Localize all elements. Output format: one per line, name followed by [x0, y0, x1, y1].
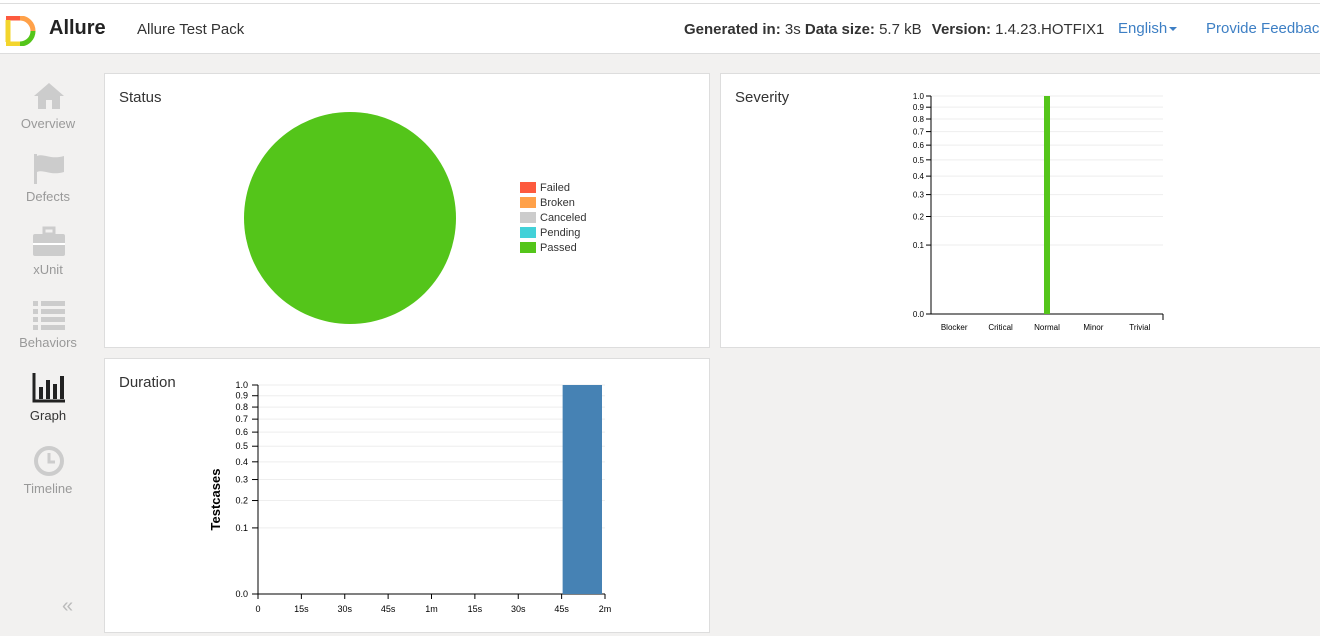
app-header: Allure Allure Test Pack Generated in: 3s… — [0, 4, 1320, 54]
sidebar-item-graph[interactable]: Graph — [0, 367, 96, 437]
y-tick-label: 0.2 — [235, 496, 248, 506]
x-tick-label: 45s — [554, 604, 569, 614]
sidebar-item-label: Behaviors — [19, 335, 77, 350]
list-icon — [33, 301, 65, 330]
legend-item-passed: Passed — [520, 240, 586, 255]
clock-icon — [34, 446, 64, 476]
flag-icon — [34, 154, 64, 184]
status-panel: Status Failed Broken Canceled Pending Pa… — [104, 73, 710, 348]
brand-name: Allure — [49, 17, 106, 39]
y-tick-label: 0.8 — [235, 402, 248, 412]
x-tick-label: 30s — [337, 604, 352, 614]
generated-value: 3s — [784, 21, 801, 38]
y-tick-label: 0.9 — [913, 103, 925, 112]
y-tick-label: 0.7 — [913, 128, 925, 137]
y-tick-label: 0.5 — [913, 156, 925, 165]
language-dropdown[interactable]: English — [1118, 20, 1178, 37]
sidebar-item-timeline[interactable]: Timeline — [0, 440, 96, 510]
pie-slice-passed — [244, 112, 456, 324]
legend-item-failed: Failed — [520, 180, 586, 195]
y-tick-label: 0.5 — [235, 441, 248, 451]
y-tick-label: 0.9 — [235, 391, 248, 401]
legend-swatch — [520, 197, 536, 208]
sidebar-item-label: Overview — [20, 116, 76, 131]
feedback-link[interactable]: Provide Feedback — [1206, 20, 1320, 37]
legend-label: Canceled — [540, 211, 587, 224]
y-tick-label: 0.3 — [913, 191, 925, 200]
size-label: Data size: — [804, 21, 875, 38]
x-tick-label: Blocker — [941, 323, 968, 332]
sidebar-item-overview[interactable]: Overview — [0, 75, 96, 145]
y-tick-label: 1.0 — [235, 380, 248, 390]
language-label: English — [1118, 20, 1168, 37]
y-tick-label: 0.0 — [235, 589, 248, 599]
duration-panel: Duration 0.0 0.1 0.2 0.3 0.4 0.5 0.6 0.7 0.8 0.9 1… — [104, 358, 710, 633]
y-tick-label: 0.3 — [235, 475, 248, 485]
sidebar-item-label: Timeline — [23, 481, 73, 496]
collapse-sidebar-button[interactable]: « — [62, 595, 73, 618]
y-tick-label: 0.4 — [235, 457, 248, 467]
duration-bar-chart: 0.0 0.1 0.2 0.3 0.4 0.5 0.6 0.7 0.80.91.0 0 15s 30s… — [208, 380, 612, 614]
legend-label: Passed — [540, 241, 577, 254]
sidebar-item-behaviors[interactable]: Behaviors — [0, 294, 96, 364]
report-meta: Generated in: 3s Data size: 5.7 kB Versi… — [684, 21, 1104, 38]
x-tick-label: 15s — [468, 604, 483, 614]
status-legend: Failed Broken Canceled Pending Passed — [520, 180, 586, 255]
legend-swatch — [520, 212, 536, 223]
legend-item-pending: Pending — [520, 225, 586, 240]
home-icon — [34, 83, 64, 109]
duration-bar — [562, 385, 602, 594]
legend-swatch — [520, 182, 536, 193]
x-tick-label: 30s — [511, 604, 526, 614]
version-label: Version: — [931, 21, 991, 38]
bar-normal — [1044, 96, 1050, 314]
x-tick-label: Trivial — [1129, 323, 1150, 332]
y-tick-label: 0.8 — [913, 115, 925, 124]
sidebar-item-label: Defects — [25, 189, 71, 204]
y-tick-label: 0.1 — [913, 241, 925, 250]
sidebar-item-xunit[interactable]: xUnit — [0, 221, 96, 291]
x-tick-label: Critical — [988, 323, 1013, 332]
y-tick-label: 0.6 — [235, 427, 248, 437]
y-tick-label: 0.1 — [235, 523, 248, 533]
y-tick-label: 1.0 — [913, 92, 925, 101]
briefcase-icon — [33, 226, 65, 256]
allure-logo — [5, 16, 36, 46]
y-axis-label: Testcases — [208, 469, 223, 531]
y-tick-label: 0.4 — [913, 172, 925, 181]
legend-swatch — [520, 227, 536, 238]
legend-label: Broken — [540, 196, 575, 209]
legend-label: Failed — [540, 181, 570, 194]
legend-item-broken: Broken — [520, 195, 586, 210]
sidebar: Overview Defects xUnit Behaviors Graph T… — [0, 55, 96, 636]
caret-down-icon — [1169, 27, 1178, 32]
y-tick-label: 0.6 — [913, 141, 925, 150]
severity-panel: Severity 0.0 0.1 0.2 0.3 0.4 0.5 0.6 0.7 0.8 0.9 1… — [720, 73, 1320, 348]
report-name: Allure Test Pack — [137, 21, 245, 38]
x-tick-label: 0 — [255, 604, 260, 614]
y-tick-label: 0.0 — [913, 310, 925, 319]
legend-label: Pending — [540, 226, 581, 239]
legend-item-canceled: Canceled — [520, 210, 586, 225]
size-value: 5.7 kB — [879, 21, 922, 38]
y-tick-label: 0.2 — [913, 213, 925, 222]
version-value: 1.4.23.HOTFIX1 — [995, 21, 1105, 38]
sidebar-item-label: xUnit — [33, 262, 63, 277]
bar-chart-icon — [32, 373, 65, 403]
x-tick-label: 15s — [294, 604, 309, 614]
sidebar-item-defects[interactable]: Defects — [0, 148, 96, 218]
status-pie-chart — [244, 112, 456, 324]
y-tick-label: 0.7 — [235, 414, 248, 424]
x-tick-label: 1m — [425, 604, 438, 614]
x-tick-label: 45s — [381, 604, 396, 614]
x-tick-label: Minor — [1083, 323, 1103, 332]
legend-swatch — [520, 242, 536, 253]
sidebar-item-label: Graph — [29, 408, 67, 423]
x-tick-label: Normal — [1034, 323, 1060, 332]
severity-bar-chart: 0.0 0.1 0.2 0.3 0.4 0.5 0.6 0.7 0.8 0.9 1.0 Blocker… — [913, 92, 1164, 332]
x-tick-label: 2m — [599, 604, 612, 614]
generated-label: Generated in: — [684, 21, 781, 38]
